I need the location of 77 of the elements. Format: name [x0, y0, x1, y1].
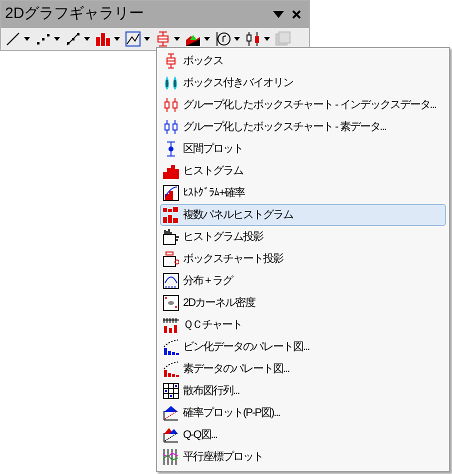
menu-item-label: ﾋｽﾄｸﾞﾗﾑ+確率	[183, 186, 244, 201]
caret-icon	[84, 37, 90, 41]
menu-item[interactable]: Q-Q図...	[160, 424, 446, 446]
histogram-projection-icon	[163, 229, 179, 245]
violin-icon	[163, 75, 179, 91]
menu-item[interactable]: 素データのパレート図...	[160, 358, 446, 380]
menu-item[interactable]: 区間プロット	[160, 138, 446, 160]
menu-item[interactable]: ヒストグラム投影	[160, 226, 446, 248]
polar-icon	[215, 31, 231, 47]
menu-item-label: ビン化データのパレート図...	[183, 340, 310, 355]
toolbar-button[interactable]	[244, 29, 271, 49]
caret-icon	[264, 37, 270, 41]
menu-item[interactable]: ﾋｽﾄｸﾞﾗﾑ+確率	[160, 182, 446, 204]
menu-item[interactable]: グループ化したボックスチャート - 素データ...	[160, 116, 446, 138]
multi-panel-histogram-icon	[163, 207, 179, 223]
menu-item[interactable]: ボックス付きバイオリン	[160, 72, 446, 94]
caret-icon	[144, 37, 150, 41]
probability-plot-icon	[163, 405, 179, 421]
menu-item-label: Q-Q図...	[183, 428, 217, 443]
caret-icon	[204, 37, 210, 41]
chart-frame-icon	[125, 31, 141, 47]
menu-item-label: 複数パネルヒストグラム	[183, 208, 293, 223]
menu-item[interactable]: 複数パネルヒストグラム	[160, 204, 446, 226]
qq-plot-icon	[163, 427, 179, 443]
panel-title: 2Dグラフギャラリー	[5, 4, 146, 24]
distribution-rug-icon	[163, 273, 179, 289]
menu-item-label: ヒストグラム	[183, 164, 243, 179]
grouped-box-icon	[163, 119, 179, 135]
menu-item[interactable]: ヒストグラム	[160, 160, 446, 182]
scatter-matrix-icon	[163, 383, 179, 399]
menu-item[interactable]: ビン化データのパレート図...	[160, 336, 446, 358]
parallel-plot-icon	[163, 449, 179, 465]
menu-item-label: グループ化したボックスチャート - 素データ...	[183, 120, 386, 135]
toolbar-button[interactable]	[124, 29, 151, 49]
menu-item[interactable]: グループ化したボックスチャート - インデックスデータ...	[160, 94, 446, 116]
menu-item[interactable]: 散布図行列...	[160, 380, 446, 402]
menu-item-label: ＱＣチャート	[183, 318, 242, 333]
menu-item-label: ボックスチャート投影	[183, 252, 283, 267]
menu-item-label: 確率プロット(P-P図)...	[183, 406, 280, 421]
menu-item[interactable]: ボックスチャート投影	[160, 248, 446, 270]
menu-item-label: 素データのパレート図...	[183, 362, 290, 377]
menu-item-label: グループ化したボックスチャート - インデックスデータ...	[183, 98, 436, 113]
graph-template-icon	[275, 31, 291, 47]
menu-item-label: ボックス付きバイオリン	[183, 76, 293, 91]
line-symbol-icon	[65, 31, 81, 47]
histogram-probability-icon	[163, 185, 179, 201]
caret-icon	[114, 37, 120, 41]
caret-icon	[24, 37, 30, 41]
column-chart-icon	[95, 31, 111, 47]
histogram-icon	[163, 163, 179, 179]
caret-icon	[174, 37, 180, 41]
close-icon[interactable]	[292, 10, 301, 19]
menu-item[interactable]: ボックス	[160, 50, 446, 72]
pareto-icon	[163, 361, 179, 377]
kernel-density-icon	[163, 295, 179, 311]
menu-item-label: 区間プロット	[183, 142, 243, 157]
menu-item[interactable]: 2Dカーネル密度	[160, 292, 446, 314]
menu-item-label: 散布図行列...	[183, 384, 240, 399]
grouped-box-icon	[163, 97, 179, 113]
caret-icon	[54, 37, 60, 41]
menu-item-label: 2Dカーネル密度	[183, 296, 256, 311]
pareto-icon	[163, 339, 179, 355]
scatter-icon	[35, 31, 51, 47]
menu-item[interactable]: ＱＣチャート	[160, 314, 446, 336]
menu-item-label: 分布 + ラグ	[183, 274, 233, 289]
caret-icon	[234, 37, 240, 41]
menu-item-label: ヒストグラム投影	[183, 230, 263, 245]
menu-item-label: ボックス	[183, 54, 223, 69]
menu-item[interactable]: 平行座標プロット	[160, 446, 446, 468]
toolbar-button[interactable]	[214, 29, 241, 49]
dropdown-icon[interactable]	[273, 11, 284, 18]
menu-item[interactable]: 確率プロット(P-P図)...	[160, 402, 446, 424]
menu-item[interactable]: 分布 + ラグ	[160, 270, 446, 292]
qc-chart-icon	[163, 317, 179, 333]
box-projection-icon	[163, 251, 179, 267]
line-icon	[5, 31, 21, 47]
menu-item-label: 平行座標プロット	[183, 450, 263, 465]
